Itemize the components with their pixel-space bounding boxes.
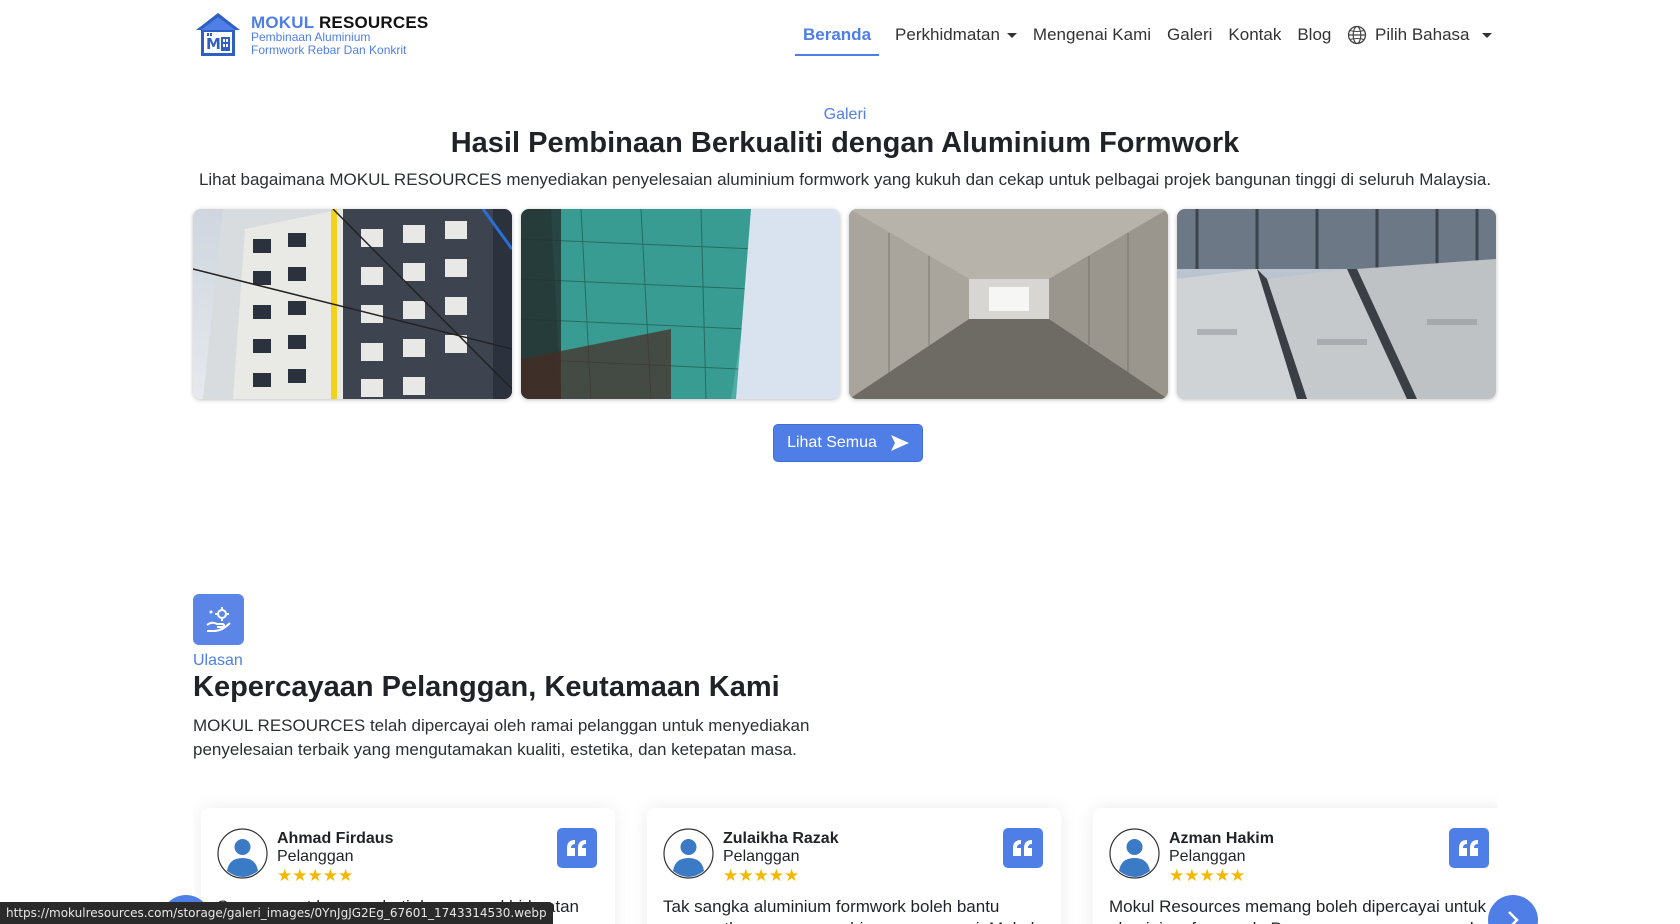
brand-tagline-line2: Formwork Rebar Dan Konkrit xyxy=(251,42,407,57)
reviews-eyebrow: Ulasan xyxy=(193,652,243,669)
nav-item-mengenai-kami[interactable]: Mengenai Kami xyxy=(1033,20,1151,50)
review-text: Mokul Resources memang boleh dipercayai … xyxy=(1109,897,1488,924)
gallery-photo-building[interactable] xyxy=(193,209,512,399)
chevron-right-icon xyxy=(1508,911,1519,924)
language-selector-label: Pilih Bahasa xyxy=(1375,25,1470,44)
gallery-photo-scaffolding[interactable] xyxy=(521,209,840,399)
reviewer-role: Pelanggan xyxy=(277,848,354,865)
rating-stars: ★★★★★ xyxy=(723,866,800,885)
reviews-badge-icon xyxy=(193,594,244,645)
send-arrow-icon xyxy=(890,435,909,451)
site-header: M MOKUL RESOURCES Pembinaan Aluminium Fo… xyxy=(0,0,1680,64)
quote-icon xyxy=(1449,828,1489,868)
brand-tagline-line1: Pembinaan Aluminium xyxy=(251,29,371,44)
gallery-photo-construction-site[interactable] xyxy=(1177,209,1496,399)
globe-icon xyxy=(1347,25,1367,45)
chevron-down-icon xyxy=(1481,32,1492,38)
gallery-photos xyxy=(193,209,1505,399)
avatar-icon xyxy=(1109,828,1160,879)
rating-stars: ★★★★★ xyxy=(1169,866,1246,885)
nav-item-galeri[interactable]: Galeri xyxy=(1167,20,1212,50)
view-all-gallery-button[interactable]: Lihat Semua xyxy=(773,424,923,462)
view-all-label: Lihat Semua xyxy=(787,434,877,451)
nav-item-perkhidmatan[interactable]: Perkhidmatan xyxy=(895,20,1017,50)
brand-name: MOKUL RESOURCES xyxy=(251,14,428,31)
reviewer-role: Pelanggan xyxy=(723,848,800,865)
gallery-description: Lihat bagaimana MOKUL RESOURCES menyedia… xyxy=(198,170,1492,189)
gallery-photo-corridor[interactable] xyxy=(849,209,1168,399)
gallery-title: Hasil Pembinaan Berkualiti dengan Alumin… xyxy=(450,127,1240,159)
review-text: Tak sangka aluminium formwork boleh bant… xyxy=(663,897,1034,924)
quote-icon xyxy=(1003,828,1043,868)
avatar-icon xyxy=(663,828,714,879)
reviews-description: MOKUL RESOURCES telah dipercayai oleh ra… xyxy=(193,716,810,759)
reviewer-name: Azman Hakim xyxy=(1169,830,1274,847)
reviews-title: Kepercayaan Pelanggan, Keutamaan Kami xyxy=(193,671,780,703)
reviewer-role: Pelanggan xyxy=(1169,848,1246,865)
gallery-eyebrow: Galeri xyxy=(823,106,867,123)
nav-item-perkhidmatan-label: Perkhidmatan xyxy=(895,25,1000,44)
reviewer-name: Zulaikha Razak xyxy=(723,830,839,847)
nav-item-kontak[interactable]: Kontak xyxy=(1228,20,1281,50)
house-logo-icon: M xyxy=(196,13,240,56)
review-card: Azman Hakim Pelanggan ★★★★★ Mokul Resour… xyxy=(1093,808,1498,924)
avatar-icon xyxy=(217,828,268,879)
main-nav: Beranda Perkhidmatan Mengenai Kami Galer… xyxy=(795,20,1347,56)
brand-name-rest: RESOURCES xyxy=(318,12,429,32)
nav-item-beranda[interactable]: Beranda xyxy=(795,20,880,56)
svg-text:M: M xyxy=(206,35,221,53)
reviewer-name: Ahmad Firdaus xyxy=(277,830,394,847)
quote-icon xyxy=(557,828,597,868)
brand-name-accent: MOKUL xyxy=(251,12,315,32)
rating-stars: ★★★★★ xyxy=(277,866,354,885)
browser-status-bar: https://mokulresources.com/storage/galer… xyxy=(0,902,553,924)
language-selector[interactable]: Pilih Bahasa xyxy=(1347,20,1492,50)
review-card: Zulaikha Razak Pelanggan ★★★★★ Tak sangk… xyxy=(647,808,1061,924)
chevron-down-icon xyxy=(1006,32,1017,38)
nav-item-blog[interactable]: Blog xyxy=(1297,20,1331,50)
brand-logo-link[interactable]: M MOKUL RESOURCES Pembinaan Aluminium Fo… xyxy=(193,10,428,60)
